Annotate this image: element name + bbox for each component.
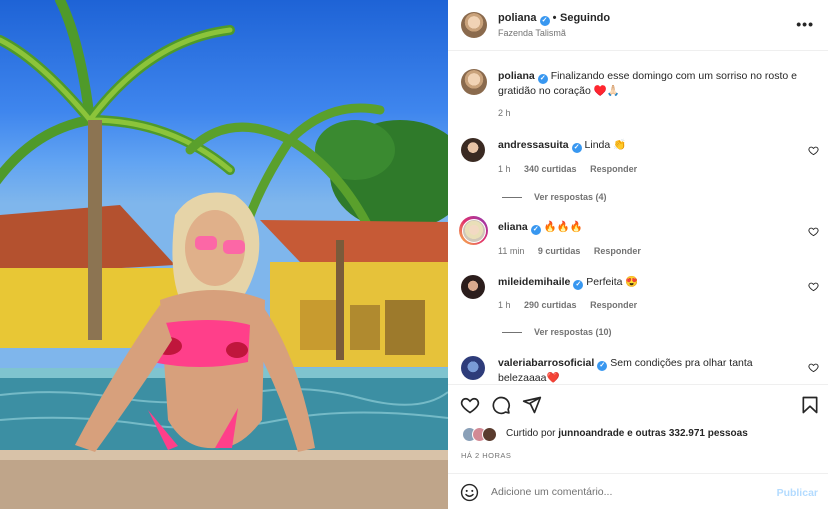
comment-input[interactable] bbox=[491, 483, 761, 501]
caption-text-block: poliana ✓ Finalizando esse domingo com um… bbox=[498, 69, 818, 99]
add-comment-bar: Publicar bbox=[448, 473, 828, 509]
comment-avatar[interactable] bbox=[461, 218, 486, 243]
comment-likes[interactable]: 9 curtidas bbox=[538, 246, 581, 256]
comments-list[interactable]: poliana ✓ Finalizando esse domingo com um… bbox=[448, 52, 828, 384]
comment-meta: 1 h 340 curtidas Responder bbox=[498, 164, 648, 174]
replies-divider bbox=[502, 197, 522, 199]
verified-icon: ✓ bbox=[597, 361, 608, 371]
comment-meta: 11 min 9 curtidas Responder bbox=[498, 246, 652, 256]
comment-likes[interactable]: 290 curtidas bbox=[524, 300, 577, 310]
liker-avatars[interactable] bbox=[462, 427, 502, 443]
post-actions: Curtido por junnoandrade e outras 332.97… bbox=[448, 384, 828, 472]
reply-button[interactable]: Responder bbox=[590, 300, 637, 310]
comment-text: Perfeita 😍 bbox=[586, 276, 639, 288]
caption-username[interactable]: poliana bbox=[498, 70, 535, 82]
comment-time: 1 h bbox=[498, 164, 511, 174]
comment: valeriabarrosoficial ✓ Sem condições pra … bbox=[498, 356, 798, 384]
likes-summary: Curtido por junnoandrade e outras 332.97… bbox=[506, 428, 748, 439]
view-replies-label: Ver respostas (10) bbox=[534, 327, 612, 337]
verified-icon: ✓ bbox=[530, 225, 541, 235]
comment-heart-icon[interactable] bbox=[808, 281, 819, 292]
post-side-panel: poliana ✓ • Seguindo Fazenda Talismã ••• … bbox=[448, 0, 828, 509]
comment: mileidemihaile ✓ Perfeita 😍 bbox=[498, 275, 798, 290]
share-icon[interactable] bbox=[522, 395, 542, 415]
caption-avatar[interactable] bbox=[461, 69, 487, 95]
bookmark-icon[interactable] bbox=[800, 395, 820, 415]
comment-username[interactable]: valeriabarrosoficial bbox=[498, 357, 594, 369]
comment-username[interactable]: mileidemihaile bbox=[498, 276, 570, 288]
comment-avatar[interactable] bbox=[461, 138, 485, 162]
more-icon[interactable]: ••• bbox=[796, 16, 814, 32]
comment-likes[interactable]: 340 curtidas bbox=[524, 164, 577, 174]
author-name-row: poliana ✓ • bbox=[498, 12, 556, 26]
comment-username[interactable]: andressasuita bbox=[498, 139, 569, 151]
emoji-icon[interactable] bbox=[460, 483, 479, 502]
reply-button[interactable]: Responder bbox=[590, 164, 637, 174]
comment-heart-icon[interactable] bbox=[808, 362, 819, 373]
post-time-ago[interactable]: HÁ 2 HORAS bbox=[461, 451, 511, 460]
pool-scene-image bbox=[0, 0, 448, 509]
author-username[interactable]: poliana bbox=[498, 12, 537, 24]
likes-user[interactable]: junnoandrade bbox=[558, 428, 624, 439]
comment-text: Linda 👏 bbox=[584, 139, 627, 151]
comment-avatar[interactable] bbox=[461, 275, 485, 299]
following-button[interactable]: Seguindo bbox=[560, 12, 610, 24]
comment: eliana ✓ 🔥🔥🔥 bbox=[498, 220, 798, 235]
verified-icon: ✓ bbox=[539, 16, 550, 26]
comment-text: 🔥🔥🔥 bbox=[543, 221, 583, 233]
heart-icon[interactable] bbox=[460, 395, 480, 415]
author-avatar[interactable] bbox=[461, 12, 487, 38]
comment-meta: 1 h 290 curtidas Responder bbox=[498, 300, 648, 310]
comment-heart-icon[interactable] bbox=[808, 145, 819, 156]
post-location[interactable]: Fazenda Talismã bbox=[498, 28, 566, 38]
caption-time: 2 h bbox=[498, 108, 511, 118]
view-replies-label: Ver respostas (4) bbox=[534, 192, 607, 202]
post-photo[interactable] bbox=[0, 0, 448, 509]
reply-button[interactable]: Responder bbox=[594, 246, 641, 256]
separator-dot: • bbox=[552, 12, 557, 24]
publish-button[interactable]: Publicar bbox=[777, 487, 818, 499]
replies-divider bbox=[502, 332, 522, 334]
view-replies-button[interactable]: Ver respostas (4) bbox=[502, 192, 607, 202]
caption-meta: 2 h bbox=[498, 108, 522, 118]
liker-avatar bbox=[482, 427, 497, 442]
verified-icon: ✓ bbox=[573, 280, 584, 290]
comment-username[interactable]: eliana bbox=[498, 221, 528, 233]
comment-avatar[interactable] bbox=[461, 356, 485, 380]
post-header: poliana ✓ • Seguindo Fazenda Talismã ••• bbox=[448, 0, 828, 51]
verified-icon: ✓ bbox=[571, 143, 582, 153]
likes-count[interactable]: e outras 332.971 pessoas bbox=[627, 428, 748, 439]
view-replies-button[interactable]: Ver respostas (10) bbox=[502, 327, 612, 337]
comment-time: 1 h bbox=[498, 300, 511, 310]
verified-icon: ✓ bbox=[537, 74, 548, 84]
comment: andressasuita ✓ Linda 👏 bbox=[498, 138, 798, 153]
comment-time: 11 min bbox=[498, 246, 525, 256]
comment-icon[interactable] bbox=[491, 395, 511, 415]
comment-heart-icon[interactable] bbox=[808, 226, 819, 237]
likes-prefix: Curtido por bbox=[506, 428, 556, 439]
